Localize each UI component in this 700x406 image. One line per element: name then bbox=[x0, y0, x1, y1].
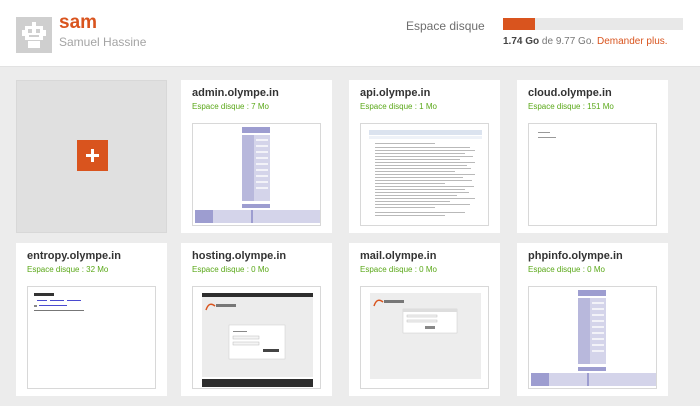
username: sam bbox=[59, 12, 98, 33]
site-disk-usage: Espace disque : 0 Mo bbox=[192, 265, 269, 274]
site-card-hosting[interactable]: hosting.olympe.in Espace disque : 0 Mo bbox=[181, 243, 332, 396]
site-name[interactable]: admin.olympe.in bbox=[192, 87, 279, 99]
site-card-entropy[interactable]: entropy.olympe.in Espace disque : 32 Mo bbox=[16, 243, 167, 396]
plus-icon[interactable] bbox=[77, 140, 108, 171]
site-name[interactable]: api.olympe.in bbox=[360, 87, 430, 99]
site-preview-thumbnail[interactable] bbox=[27, 286, 156, 389]
robot-avatar-icon bbox=[16, 17, 52, 53]
site-preview-thumbnail[interactable] bbox=[528, 123, 657, 226]
disk-usage-bar bbox=[503, 18, 683, 30]
site-disk-usage: Espace disque : 0 Mo bbox=[528, 265, 605, 274]
site-card-mail[interactable]: mail.olympe.in Espace disque : 0 Mo bbox=[349, 243, 500, 396]
site-disk-usage: Espace disque : 7 Mo bbox=[192, 102, 269, 111]
disk-space-label: Espace disque bbox=[406, 19, 485, 33]
site-card-admin[interactable]: admin.olympe.in Espace disque : 7 Mo bbox=[181, 80, 332, 233]
site-card-phpinfo[interactable]: phpinfo.olympe.in Espace disque : 0 Mo bbox=[517, 243, 668, 396]
site-card-cloud[interactable]: cloud.olympe.in Espace disque : 151 Mo bbox=[517, 80, 668, 233]
site-preview-thumbnail[interactable] bbox=[360, 286, 489, 389]
disk-usage-fill bbox=[503, 18, 536, 30]
site-disk-usage: Espace disque : 151 Mo bbox=[528, 102, 614, 111]
disk-total-text: de 9.77 Go. bbox=[539, 36, 597, 47]
site-name[interactable]: cloud.olympe.in bbox=[528, 87, 612, 99]
site-preview-thumbnail[interactable] bbox=[192, 123, 321, 226]
site-disk-usage: Espace disque : 0 Mo bbox=[360, 265, 437, 274]
user-fullname: Samuel Hassine bbox=[59, 35, 147, 49]
site-preview-thumbnail[interactable] bbox=[360, 123, 489, 226]
request-more-link[interactable]: Demander plus. bbox=[597, 36, 668, 47]
site-disk-usage: Espace disque : 1 Mo bbox=[360, 102, 437, 111]
site-preview-thumbnail[interactable] bbox=[528, 286, 657, 389]
site-name[interactable]: mail.olympe.in bbox=[360, 250, 436, 262]
site-name[interactable]: entropy.olympe.in bbox=[27, 250, 121, 262]
disk-used-value: 1.74 Go bbox=[503, 36, 540, 47]
site-name[interactable]: hosting.olympe.in bbox=[192, 250, 286, 262]
disk-usage-text: 1.74 Go de 9.77 Go. Demander plus. bbox=[503, 36, 668, 47]
account-header: sam Samuel Hassine Espace disque 1.74 Go… bbox=[0, 0, 700, 67]
site-name[interactable]: phpinfo.olympe.in bbox=[528, 250, 623, 262]
site-card-api[interactable]: api.olympe.in Espace disque : 1 Mo bbox=[349, 80, 500, 233]
site-preview-thumbnail[interactable] bbox=[192, 286, 321, 389]
add-site-tile[interactable] bbox=[16, 80, 167, 233]
site-disk-usage: Espace disque : 32 Mo bbox=[27, 265, 109, 274]
